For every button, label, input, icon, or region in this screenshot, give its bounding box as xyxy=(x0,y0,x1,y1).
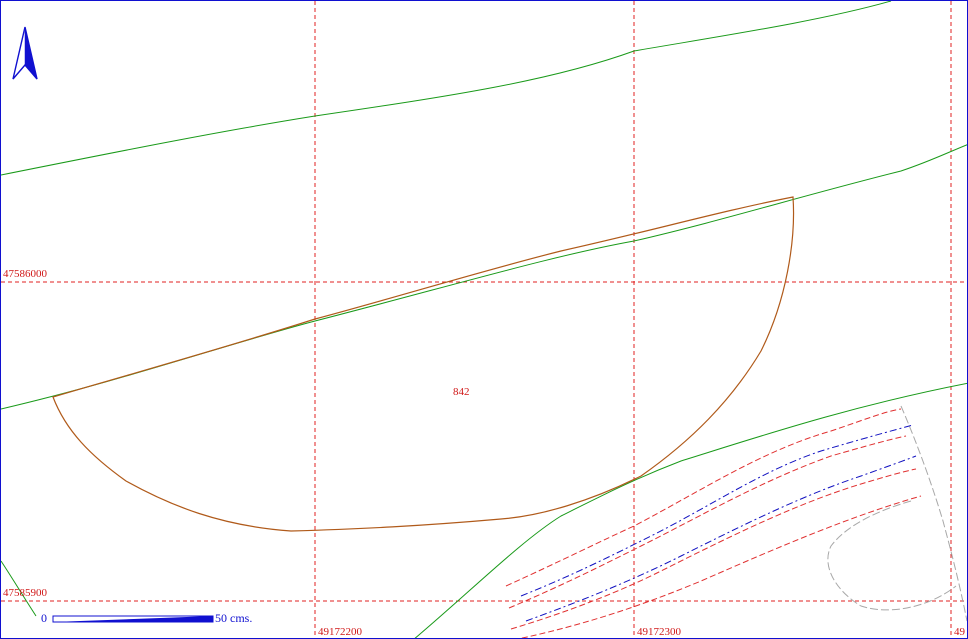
track-line xyxy=(827,500,957,611)
parcel-label[interactable]: 842 xyxy=(453,386,470,398)
parcel-842-boundary[interactable] xyxy=(52,196,795,532)
stream-bank-lines xyxy=(505,408,922,638)
northing-label: 47586000 xyxy=(3,268,48,280)
northing-label: 47585900 xyxy=(3,587,48,599)
grid-lines xyxy=(1,1,967,638)
contour-lines xyxy=(1,1,967,638)
easting-label: 49 xyxy=(954,626,966,638)
scale-start-label: 0 xyxy=(41,611,47,625)
stream-bank-line xyxy=(508,435,907,609)
stream-line xyxy=(525,455,917,622)
stream-line xyxy=(520,424,914,597)
scale-end-label: 50 cms. xyxy=(215,611,252,625)
stream-lines xyxy=(520,424,917,622)
stream-bank-line xyxy=(505,408,902,587)
map-drawing: 47586000 47585900 49172200 49172300 49 8… xyxy=(1,1,967,638)
map-canvas[interactable]: 47586000 47585900 49172200 49172300 49 8… xyxy=(0,0,968,639)
track-line xyxy=(900,405,967,622)
stream-bank-line xyxy=(510,468,917,630)
stream-bank-line xyxy=(519,495,922,638)
contour-line xyxy=(1,1,892,176)
easting-label: 49172300 xyxy=(637,626,682,638)
north-arrow-icon xyxy=(12,26,38,80)
easting-label: 49172200 xyxy=(318,626,363,638)
scale-bar: 0 50 cms. xyxy=(41,611,252,625)
